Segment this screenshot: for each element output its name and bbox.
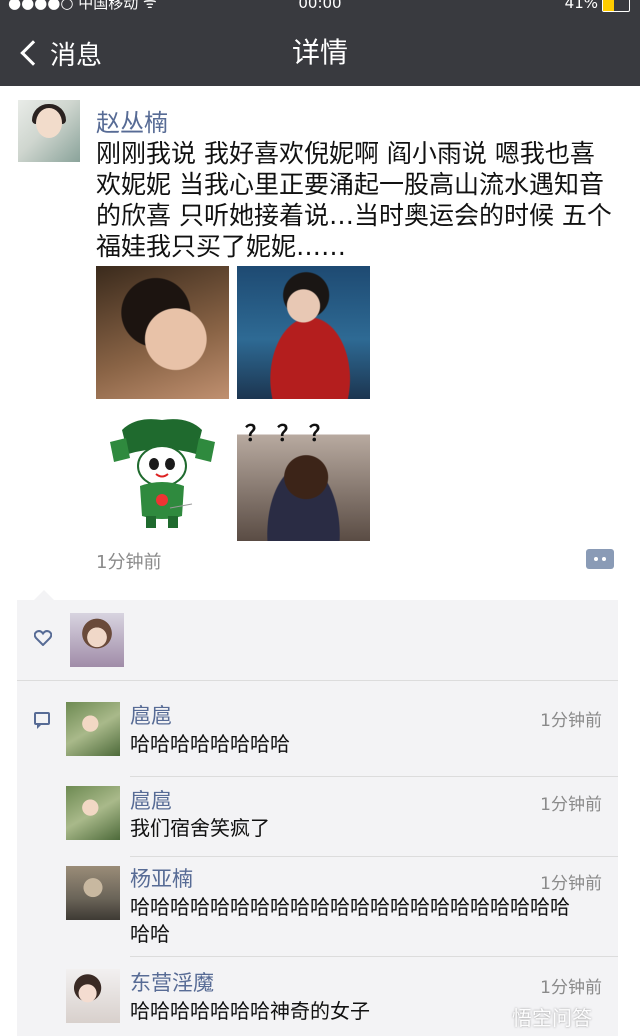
comment-author[interactable]: 扈扈 (130, 785, 172, 815)
poster-avatar[interactable] (18, 100, 80, 162)
top-bar: ●●●●○ 中国移动 ᯤ 00:00 41% 消息 详情 (0, 0, 640, 86)
comment-avatar[interactable] (66, 969, 120, 1023)
comment-author[interactable]: 东营淫魔 (130, 967, 214, 997)
post-time: 1分钟前 (96, 552, 162, 573)
comment-divider (130, 856, 618, 857)
comment-author[interactable]: 扈扈 (130, 700, 172, 730)
post-photo-1[interactable] (96, 266, 229, 399)
post-text: 刚刚我说 我好喜欢倪妮啊 阎小雨说 嗯我也喜欢妮妮 当我心里正要涌起一股高山流水… (96, 139, 612, 261)
comment-avatar[interactable] (66, 786, 120, 840)
battery-label: 41% (564, 0, 598, 12)
comment-avatar[interactable] (66, 702, 120, 756)
interaction-arrow (34, 590, 54, 600)
comment-more-button[interactable] (586, 549, 614, 569)
battery-icon (602, 0, 630, 12)
comment-author[interactable]: 杨亚楠 (130, 863, 193, 893)
heart-icon (34, 630, 52, 646)
comment-divider (130, 776, 618, 777)
post-photo-3[interactable] (96, 408, 229, 541)
post-photo-4[interactable]: ？？？ (237, 408, 370, 541)
comment-time: 1分钟前 (540, 795, 602, 815)
status-bar: ●●●●○ 中国移动 ᯤ 00:00 41% (0, 0, 640, 14)
poster-name[interactable]: 赵丛楠 (96, 103, 168, 138)
mascot-image (110, 419, 215, 528)
comment-text: 我们宿舍笑疯了 (130, 816, 270, 840)
comment-bubble-icon (34, 712, 50, 729)
watermark-text: 悟空问答 (512, 1006, 592, 1030)
comment-time: 1分钟前 (540, 874, 602, 894)
likes-divider (17, 680, 618, 681)
liker-avatar[interactable] (70, 613, 124, 667)
comment-divider (130, 956, 618, 957)
status-time: 00:00 (298, 0, 342, 12)
comment-time: 1分钟前 (540, 978, 602, 998)
page-title: 详情 (291, 36, 348, 69)
photo-question-marks: ？？？ (245, 422, 342, 447)
comment-time: 1分钟前 (540, 711, 602, 731)
post-photo-2[interactable] (237, 266, 370, 399)
comment-avatar[interactable] (66, 866, 120, 920)
comment-text: 哈哈哈哈哈哈哈哈哈哈哈哈哈哈哈哈哈哈哈哈哈哈哈哈 (130, 895, 570, 946)
comment-text: 哈哈哈哈哈哈哈哈 (130, 732, 290, 756)
